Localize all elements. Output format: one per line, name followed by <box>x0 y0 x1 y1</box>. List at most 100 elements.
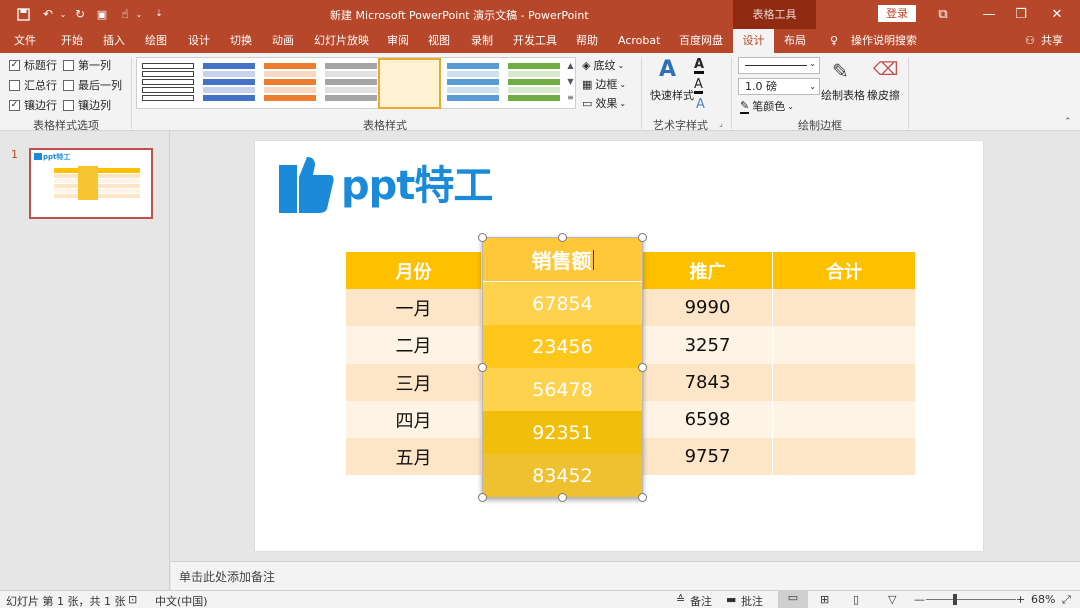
draw-table-icon[interactable]: ✎ <box>832 59 849 83</box>
resize-handle[interactable] <box>478 493 487 502</box>
table-style-thumb[interactable] <box>142 63 194 103</box>
ribbon-display-options-icon[interactable]: ⧉ <box>920 0 966 29</box>
pen-color-button[interactable]: ✎ 笔颜色 ⌄ <box>740 98 794 114</box>
table-cell[interactable]: 3257 <box>643 326 772 364</box>
table-style-thumb[interactable] <box>447 63 499 103</box>
tab-home[interactable]: 开始 <box>61 29 83 53</box>
table-cell[interactable]: 五月 <box>346 438 481 475</box>
gallery-scroll-icons[interactable]: ▲ ▼ ≡ <box>565 58 576 107</box>
share-button[interactable]: 共享 <box>1041 29 1063 53</box>
normal-view-icon[interactable]: ▭ <box>778 591 808 608</box>
undo-dropdown-icon[interactable]: ⌄ <box>58 5 68 23</box>
resize-handle[interactable] <box>478 363 487 372</box>
checkbox-banded-rows[interactable]: ✓ 镶边行 <box>9 97 57 113</box>
text-effects-icon[interactable]: A <box>696 97 705 112</box>
tab-help[interactable]: 帮助 <box>576 29 598 53</box>
tab-insert[interactable]: 插入 <box>103 29 125 53</box>
effects-button[interactable]: ▭ 效果 ⌄ <box>582 95 626 111</box>
tab-file[interactable]: 文件 <box>14 29 36 53</box>
checkbox-banded-columns[interactable]: 镶边列 <box>63 97 111 113</box>
notes-toggle[interactable]: 备注 <box>690 593 712 608</box>
accessibility-icon[interactable]: ⊡ <box>128 593 137 606</box>
save-icon[interactable] <box>14 5 32 23</box>
selected-sales-column[interactable]: 销售额 67854 23456 56478 92351 83452 <box>482 237 643 498</box>
resize-handle[interactable] <box>638 493 647 502</box>
table-style-thumb[interactable] <box>264 63 316 103</box>
slide-sorter-icon[interactable]: ⊞ <box>820 593 829 606</box>
eraser-icon[interactable]: ⌫ <box>873 59 898 80</box>
tab-table-design[interactable]: 设计 <box>733 29 774 53</box>
slide[interactable]: ppt特工 月份 一月 二月 三月 四月 五月 推广 9990 3257 784… <box>255 141 983 551</box>
table-cell[interactable]: 9990 <box>643 289 772 326</box>
sales-header-editing[interactable]: 销售额 <box>483 238 642 282</box>
pen-weight-dropdown[interactable]: 1.0 磅 ⌄ <box>738 78 820 95</box>
table-cell[interactable]: 一月 <box>346 289 481 326</box>
quick-styles-button[interactable]: 快速样式 <box>650 87 694 103</box>
sales-cell[interactable]: 56478 <box>483 368 642 411</box>
table-cell[interactable]: 四月 <box>346 401 481 438</box>
text-outline-icon[interactable]: A <box>694 78 703 94</box>
dialog-launcher-icon[interactable]: ⌟ <box>719 119 723 128</box>
table-header-promotion[interactable]: 推广 <box>643 252 772 289</box>
table-cell[interactable] <box>773 401 915 438</box>
table-header-total[interactable]: 合计 <box>773 252 915 289</box>
resize-handle[interactable] <box>638 363 647 372</box>
shading-button[interactable]: ◈ 底纹 ⌄ <box>582 57 624 73</box>
fit-to-window-icon[interactable]: ⤢ <box>1062 593 1071 607</box>
notes-placeholder[interactable]: 单击此处添加备注 <box>179 568 275 585</box>
close-icon[interactable]: ✕ <box>1034 0 1080 29</box>
table-header-month[interactable]: 月份 <box>346 252 481 289</box>
zoom-slider-track[interactable] <box>926 599 1016 600</box>
resize-handle[interactable] <box>558 493 567 502</box>
table-cell[interactable] <box>773 326 915 364</box>
tab-design[interactable]: 设计 <box>188 29 210 53</box>
share-icon[interactable]: ⚇ <box>1025 29 1035 53</box>
borders-button[interactable]: ▦ 边框 ⌄ <box>582 76 626 92</box>
table-cell[interactable]: 7843 <box>643 364 772 401</box>
reading-view-icon[interactable]: ▯ <box>853 593 859 606</box>
table-cell[interactable]: 二月 <box>346 326 481 364</box>
tell-me-search[interactable]: 操作说明搜索 <box>851 29 917 53</box>
table-cell[interactable]: 三月 <box>346 364 481 401</box>
slide-thumbnail[interactable]: ppt特工 <box>29 148 153 219</box>
resize-handle[interactable] <box>478 233 487 242</box>
touch-dropdown-icon[interactable]: ⌄ <box>134 5 144 23</box>
resize-handle[interactable] <box>638 233 647 242</box>
resize-handle[interactable] <box>558 233 567 242</box>
comments-toggle[interactable]: 批注 <box>741 593 763 608</box>
customize-toolbar-icon[interactable]: ⇣ <box>152 5 166 23</box>
touch-mode-icon[interactable]: ☝ <box>117 5 133 23</box>
tab-view[interactable]: 视图 <box>428 29 450 53</box>
table-cell[interactable] <box>773 438 915 475</box>
tab-draw[interactable]: 绘图 <box>145 29 167 53</box>
table-cell[interactable] <box>773 289 915 326</box>
eraser-button[interactable]: 橡皮擦 <box>867 87 900 103</box>
language[interactable]: 中文(中国) <box>155 593 208 608</box>
table-cell[interactable] <box>773 364 915 401</box>
tab-developer[interactable]: 开发工具 <box>513 29 557 53</box>
sales-cell[interactable]: 23456 <box>483 325 642 368</box>
checkbox-last-column[interactable]: 最后一列 <box>63 77 122 93</box>
table-cell[interactable]: 9757 <box>643 438 772 475</box>
tab-slideshow[interactable]: 幻灯片放映 <box>314 29 369 53</box>
sales-cell[interactable]: 67854 <box>483 282 642 325</box>
zoom-slider-thumb[interactable] <box>953 594 957 605</box>
tab-animations[interactable]: 动画 <box>272 29 294 53</box>
sales-cell[interactable]: 83452 <box>483 454 642 497</box>
tab-review[interactable]: 审阅 <box>387 29 409 53</box>
login-button[interactable]: 登录 <box>878 5 916 22</box>
tab-table-layout[interactable]: 布局 <box>784 29 806 53</box>
table-style-thumb[interactable] <box>203 63 255 103</box>
draw-table-button[interactable]: 绘制表格 <box>821 87 865 103</box>
checkbox-first-column[interactable]: 第一列 <box>63 57 111 73</box>
checkbox-total-row[interactable]: 汇总行 <box>9 77 57 93</box>
tab-record[interactable]: 录制 <box>471 29 493 53</box>
redo-icon[interactable]: ↻ <box>72 5 88 23</box>
zoom-out-icon[interactable]: — <box>914 593 925 606</box>
from-beginning-icon[interactable]: ▣ <box>94 5 110 23</box>
table-cell[interactable]: 6598 <box>643 401 772 438</box>
collapse-ribbon-icon[interactable]: ⌃ <box>1064 117 1072 127</box>
text-fill-icon[interactable]: A <box>694 58 705 74</box>
quick-styles-icon[interactable]: A <box>659 57 676 82</box>
table-style-thumb[interactable] <box>325 63 377 103</box>
